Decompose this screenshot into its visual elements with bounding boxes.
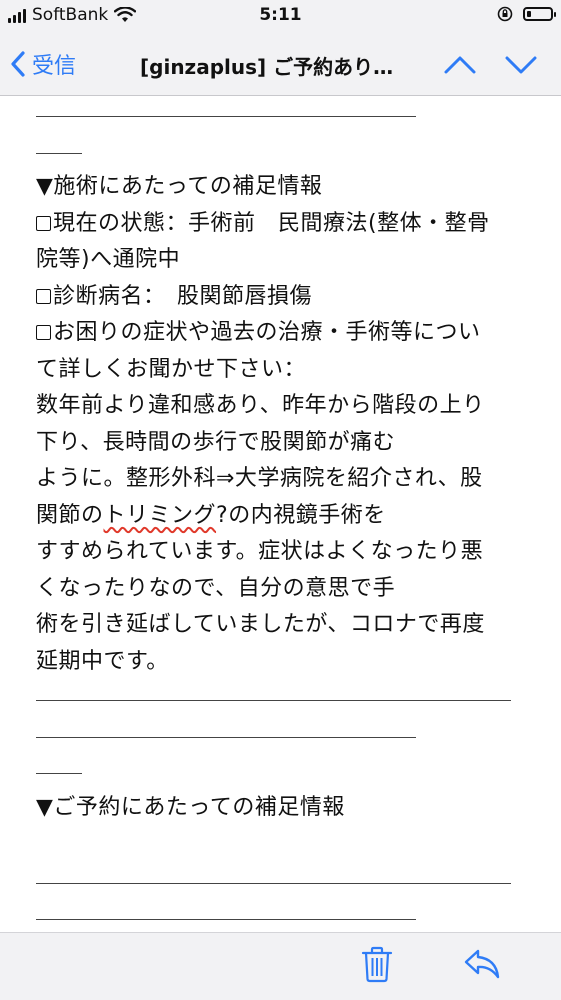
delete-button[interactable] — [360, 945, 394, 983]
divider — [36, 96, 526, 133]
divider — [36, 133, 526, 170]
text-line: 術を引き延ばしていましたが、コロナで再度 — [36, 612, 485, 637]
back-button[interactable]: 受信 — [10, 48, 76, 80]
text-line: 院等)へ通院中 — [36, 247, 181, 272]
checkbox-icon — [36, 288, 51, 304]
text-line: すすめられています。症状はよくなったり悪 — [36, 539, 484, 564]
text-line: 数年前より違和感あり、昨年から階段の上り — [36, 393, 485, 418]
section-heading: ▼ご予約にあたっての補足情報 — [36, 794, 345, 820]
checklist-item: お困りの症状や過去の治療・手術等につい — [36, 315, 526, 352]
text-fragment: 関節の — [36, 502, 104, 528]
section-heading: ▼施術にあたっての補足情報 — [36, 174, 323, 199]
status-right — [497, 6, 556, 22]
orientation-lock-icon — [497, 6, 513, 22]
item-text: 現在の状態：手術前 民間療法(整体・整骨 — [53, 210, 490, 236]
reply-button[interactable] — [462, 947, 502, 981]
text-line: 下り、長時間の歩行で股関節が痛む — [36, 429, 396, 455]
chevron-left-icon — [11, 51, 25, 77]
status-time: 5:11 — [259, 5, 302, 25]
status-bar: SoftBank 5:11 — [0, 0, 561, 34]
chevron-up-icon — [444, 56, 476, 74]
chevron-down-icon — [505, 56, 537, 74]
divider — [36, 899, 526, 936]
next-message-button[interactable] — [503, 50, 539, 80]
item-text: 診断病名： 股関節唇損傷 — [53, 283, 313, 309]
divider — [36, 717, 526, 754]
divider — [36, 753, 526, 790]
email-subject-title: [ginzaplus] ご予約あり… — [140, 55, 394, 79]
navigation-bar: 受信 [ginzaplus] ご予約あり… — [0, 34, 561, 96]
text-line: 関節のトリミング?の内視鏡手術を — [36, 498, 526, 535]
bottom-toolbar — [0, 932, 561, 1000]
divider — [36, 863, 526, 900]
text-fragment: ?の内視鏡手術を — [216, 502, 386, 528]
text-line: くなったりなので、自分の意思で手 — [36, 575, 396, 601]
checkbox-icon — [36, 325, 51, 340]
item-text: お困りの症状や過去の治療・手術等につい — [53, 320, 481, 345]
checklist-item: 現在の状態：手術前 民間療法(整体・整骨 — [36, 206, 526, 243]
text-line: 延期中です。 — [36, 648, 169, 674]
email-body: ▼施術にあたっての補足情報 現在の状態：手術前 民間療法(整体・整骨 院等)へ通… — [36, 96, 526, 936]
text-line: ように。整形外科⇒大学病院を紹介され、股 — [36, 466, 483, 491]
checklist-item: 診断病名： 股関節唇損傷 — [36, 279, 526, 316]
spellcheck-flagged-word[interactable]: トリミング — [104, 503, 217, 528]
text-line: て詳しくお聞かせ下さい： — [36, 356, 307, 382]
battery-level — [527, 11, 531, 17]
checkbox-icon — [36, 215, 51, 231]
previous-message-button[interactable] — [442, 50, 478, 80]
reply-icon — [464, 949, 500, 979]
divider — [36, 680, 526, 717]
battery-icon — [523, 7, 556, 21]
back-label: 受信 — [32, 54, 77, 79]
trash-icon — [361, 946, 393, 983]
